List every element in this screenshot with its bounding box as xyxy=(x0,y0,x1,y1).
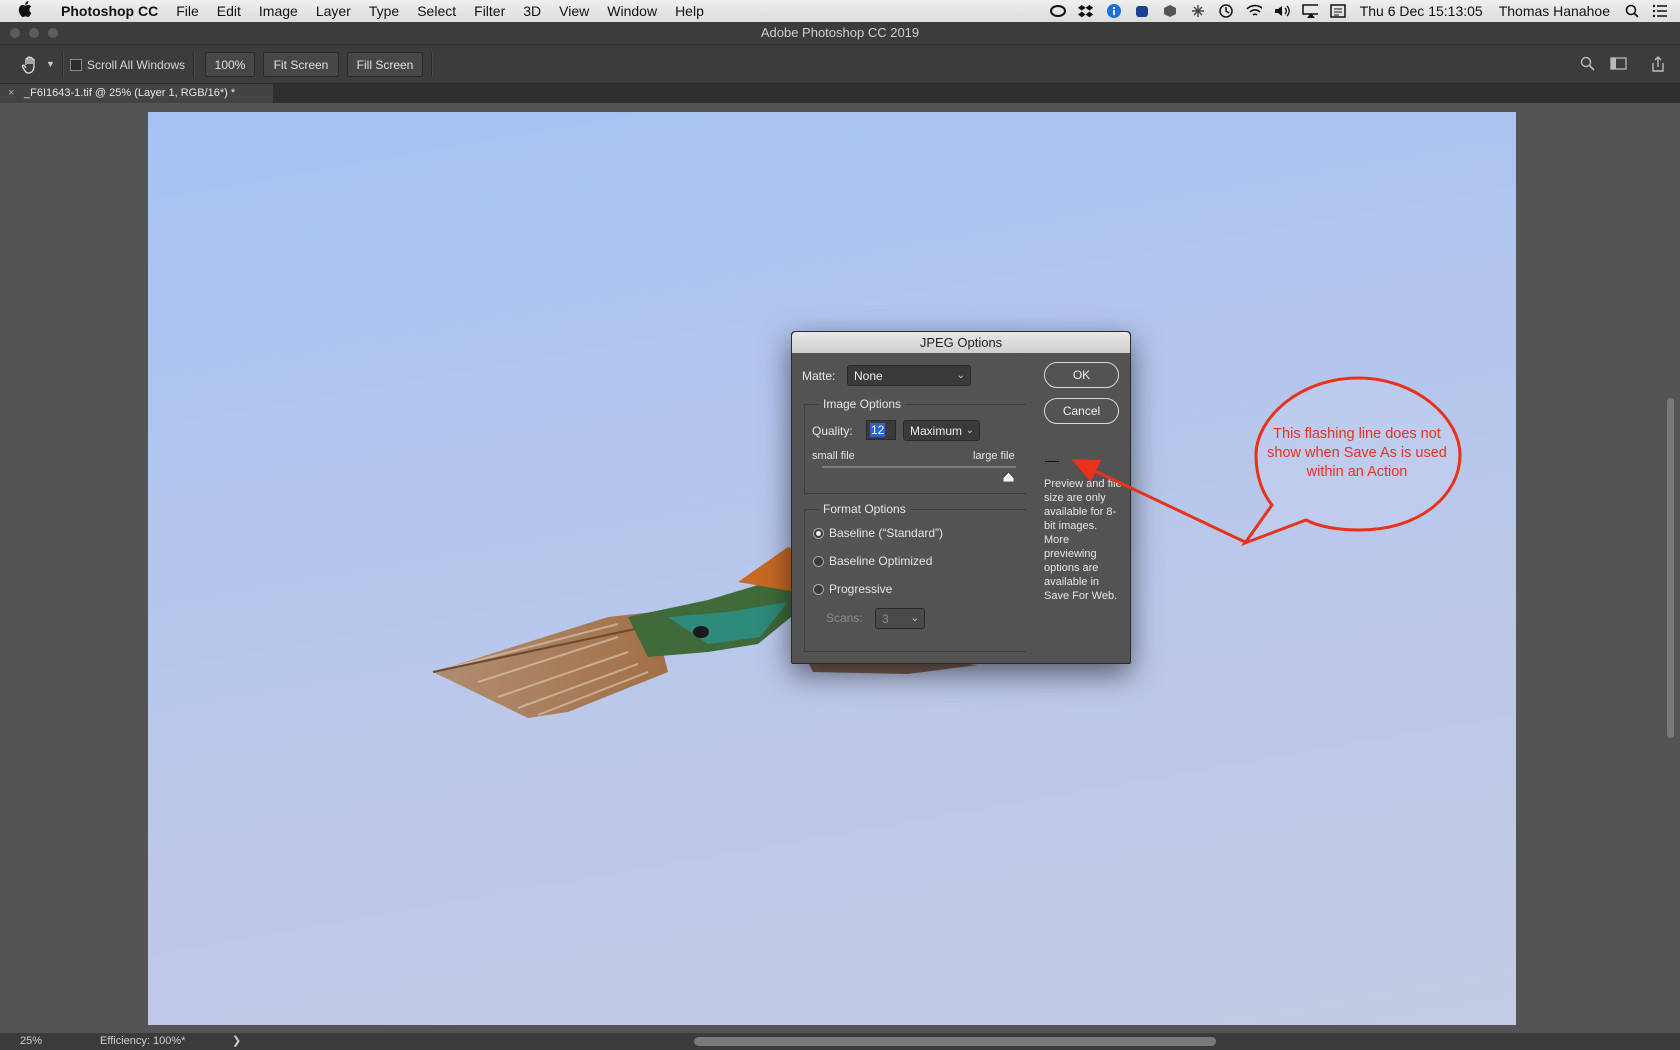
efficiency-readout: Efficiency: 100%* xyxy=(100,1035,186,1047)
status-bar: 25% Efficiency: 100%* ❯ xyxy=(0,1033,1680,1050)
status-menu-arrow[interactable]: ❯ xyxy=(232,1033,241,1050)
callout-arrow xyxy=(1092,468,1246,544)
zoom-level[interactable]: 25% xyxy=(20,1033,42,1050)
annotation-overlay xyxy=(1071,376,1462,547)
callout-text: This flashing line does not show when Sa… xyxy=(1267,426,1447,480)
horizontal-scrollbar[interactable] xyxy=(694,1037,1216,1046)
